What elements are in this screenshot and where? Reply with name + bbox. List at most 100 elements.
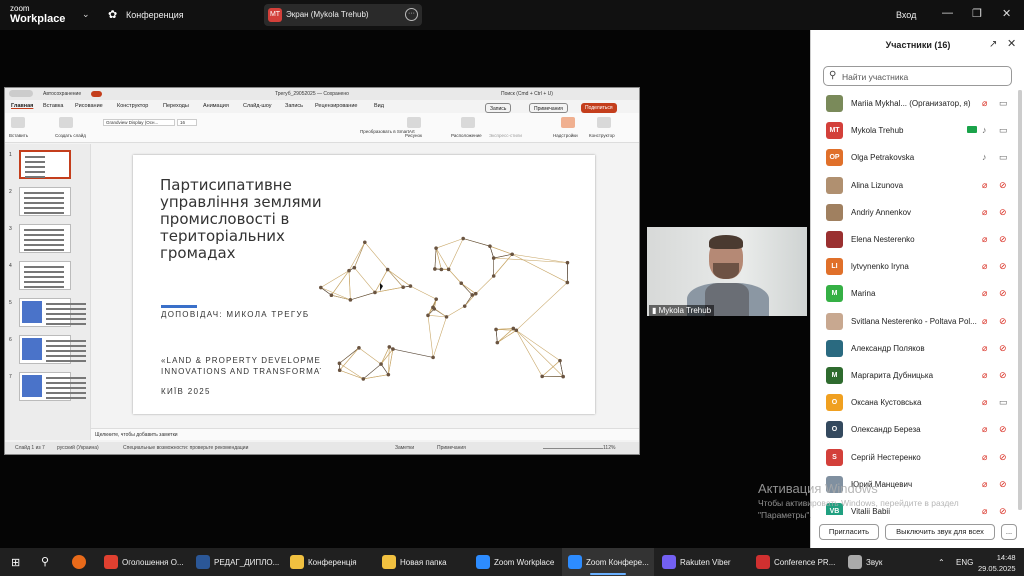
mic-muted-icon[interactable]: ⌀	[982, 316, 987, 327]
taskbar-app[interactable]: РЕДАГ_ДИПЛО...	[190, 548, 282, 576]
font-name-select[interactable]: Grandview Display (Осн...	[103, 119, 175, 126]
font-size-select[interactable]: 16	[177, 119, 197, 126]
participant-row[interactable]: MT Mykola Trehub ♪ ▭	[811, 117, 1024, 144]
new-slide-icon[interactable]	[59, 117, 73, 128]
mic-muted-icon[interactable]: ⌀	[982, 397, 987, 408]
status-notes[interactable]: Заметки	[395, 445, 414, 451]
slide-speaker[interactable]: ДОПОВІДАЧ: МИКОЛА ТРЕГУБ	[161, 310, 309, 319]
taskbar-app[interactable]: Новая папка	[376, 548, 468, 576]
document-title[interactable]: Трегуб_29052025 — Сохранено	[275, 91, 349, 97]
popout-icon[interactable]: ↗	[989, 39, 997, 50]
scrollbar[interactable]	[1018, 90, 1022, 510]
firefox-button[interactable]	[66, 548, 92, 576]
camera-off-icon[interactable]: ⊘	[999, 316, 1007, 327]
start-button[interactable]: ⊞	[8, 548, 28, 576]
participant-row[interactable]: Александр Поляков ⌀ ⊘	[811, 335, 1024, 362]
mic-muted-icon[interactable]: ⌀	[982, 261, 987, 272]
comments-button[interactable]: Примечания	[529, 103, 568, 113]
taskbar-app[interactable]: Звук	[842, 548, 902, 576]
tab-animations[interactable]: Анимация	[203, 103, 229, 109]
participant-search-input[interactable]: ⚲ Найти участника	[823, 66, 1012, 86]
notes-field[interactable]: Щелкните, чтобы добавить заметки	[91, 428, 639, 440]
mic-icon[interactable]: ♪	[982, 125, 987, 135]
slide-thumbnail[interactable]	[19, 298, 86, 327]
mic-icon[interactable]: ♪	[982, 152, 987, 162]
mic-muted-icon[interactable]: ⌀	[982, 180, 987, 191]
participant-row[interactable]: S Сергій Нестеренко ⌀ ⊘	[811, 444, 1024, 471]
mic-muted-icon[interactable]: ⌀	[982, 343, 987, 354]
mute-all-button[interactable]: Выключить звук для всех	[885, 524, 995, 540]
slide-thumbnail[interactable]	[19, 261, 71, 290]
tab-draw[interactable]: Рисование	[75, 103, 103, 109]
slide-canvas[interactable]: Партисипативне управління землями промис…	[133, 155, 595, 414]
camera-off-icon[interactable]: ⊘	[999, 343, 1007, 354]
slide-thumbnail[interactable]	[19, 224, 71, 253]
minimize-icon[interactable]: —	[942, 7, 953, 19]
addins-icon[interactable]	[561, 117, 575, 128]
slide-thumbnail[interactable]	[19, 335, 86, 364]
camera-off-icon[interactable]: ⊘	[999, 234, 1007, 245]
slide-thumbnail[interactable]	[19, 372, 86, 401]
speaker-video-tile[interactable]: ▮ Mykola Trehub	[647, 227, 807, 316]
signin-button[interactable]: Вход	[896, 10, 916, 20]
mic-muted-icon[interactable]: ⌀	[982, 370, 987, 381]
taskbar-app[interactable]: Zoom Конфере...	[562, 548, 654, 576]
tab-slideshow[interactable]: Слайд-шоу	[243, 103, 272, 109]
camera-off-icon[interactable]: ⊘	[999, 452, 1007, 463]
zoom-level[interactable]: 112%	[603, 445, 615, 451]
participant-row[interactable]: M Маргарита Дубницька ⌀ ⊘	[811, 362, 1024, 389]
slide-thumbnail[interactable]	[19, 150, 71, 179]
participant-row[interactable]: M Marina ⌀ ⊘	[811, 280, 1024, 307]
tab-transitions[interactable]: Переходы	[163, 103, 189, 109]
mic-muted-icon[interactable]: ⌀	[982, 207, 987, 218]
share-button[interactable]: Поделиться	[581, 103, 617, 113]
paste-icon[interactable]	[11, 117, 25, 128]
share-screen-pill[interactable]: MT Экран (Mykola Trehub) ···	[264, 4, 422, 26]
tab-design[interactable]: Конструктор	[117, 103, 148, 109]
participant-row[interactable]: OP Olga Petrakovska ♪ ▭	[811, 144, 1024, 171]
camera-off-icon[interactable]: ⊘	[999, 370, 1007, 381]
maximize-icon[interactable]: ❐	[972, 7, 982, 20]
participant-row[interactable]: Svitlana Nesterenko - Poltava Pol... ⌀ ⊘	[811, 308, 1024, 335]
tab-record[interactable]: Запись	[285, 103, 303, 109]
autosave-toggle[interactable]	[91, 91, 102, 97]
participant-row[interactable]: Andriy Annenkov ⌀ ⊘	[811, 199, 1024, 226]
camera-off-icon[interactable]: ⊘	[999, 479, 1007, 490]
zoom-slider[interactable]	[543, 448, 603, 449]
taskbar-app[interactable]: Конференція	[284, 548, 374, 576]
camera-icon[interactable]: ▭	[999, 152, 1008, 163]
slide-title[interactable]: Партисипативне управління землями промис…	[160, 177, 340, 262]
participant-row[interactable]: LI lytvynenko Iryna ⌀ ⊘	[811, 253, 1024, 280]
camera-off-icon[interactable]: ⊘	[999, 261, 1007, 272]
slide-subtitle-line2[interactable]: INNOVATIONS AND TRANSFORMATI	[161, 367, 321, 376]
taskbar-app[interactable]: Zoom Workplace	[470, 548, 560, 576]
search-input[interactable]: Поиск (Cmd + Ctrl + U)	[501, 91, 553, 97]
tab-view[interactable]: Вид	[374, 103, 384, 109]
more-button[interactable]: ...	[1001, 524, 1017, 540]
camera-off-icon[interactable]: ⊘	[999, 424, 1007, 435]
tab-home[interactable]: Главная	[11, 103, 33, 109]
participant-row[interactable]: O Олександр Береза ⌀ ⊘	[811, 416, 1024, 443]
close-icon[interactable]: ✕	[1002, 7, 1011, 20]
arrange-icon[interactable]	[461, 117, 475, 128]
clock[interactable]: 14:48 29.05.2025	[978, 552, 1016, 574]
slide-city[interactable]: КИЇВ 2025	[161, 387, 211, 396]
camera-off-icon[interactable]: ⊘	[999, 207, 1007, 218]
mic-muted-icon[interactable]: ⌀	[982, 98, 987, 109]
participant-row[interactable]: O Оксана Кустовська ⌀ ▭	[811, 389, 1024, 416]
search-button[interactable]: ⚲	[36, 548, 58, 576]
taskbar-app[interactable]: Rakuten Viber	[656, 548, 748, 576]
quick-styles-label[interactable]: Экспресс-стили	[489, 133, 522, 138]
more-options-icon[interactable]: ···	[405, 8, 418, 21]
scrollbar-thumb[interactable]	[1018, 90, 1022, 510]
mic-muted-icon[interactable]: ⌀	[982, 424, 987, 435]
chevron-down-icon[interactable]: ⌄	[82, 9, 90, 20]
camera-off-icon[interactable]: ⊘	[999, 180, 1007, 191]
participant-row[interactable]: Elena Nesterenko ⌀ ⊘	[811, 226, 1024, 253]
participant-row[interactable]: Mariia Mykhal... (Организатор, я) ⌀ ▭	[811, 90, 1024, 117]
participant-row[interactable]: Alina Lizunova ⌀ ⊘	[811, 172, 1024, 199]
window-controls[interactable]	[9, 90, 33, 97]
status-accessibility[interactable]: Специальные возможности: проверьте реком…	[123, 445, 248, 451]
camera-icon[interactable]: ▭	[999, 125, 1008, 136]
invite-button[interactable]: Пригласить	[819, 524, 879, 540]
